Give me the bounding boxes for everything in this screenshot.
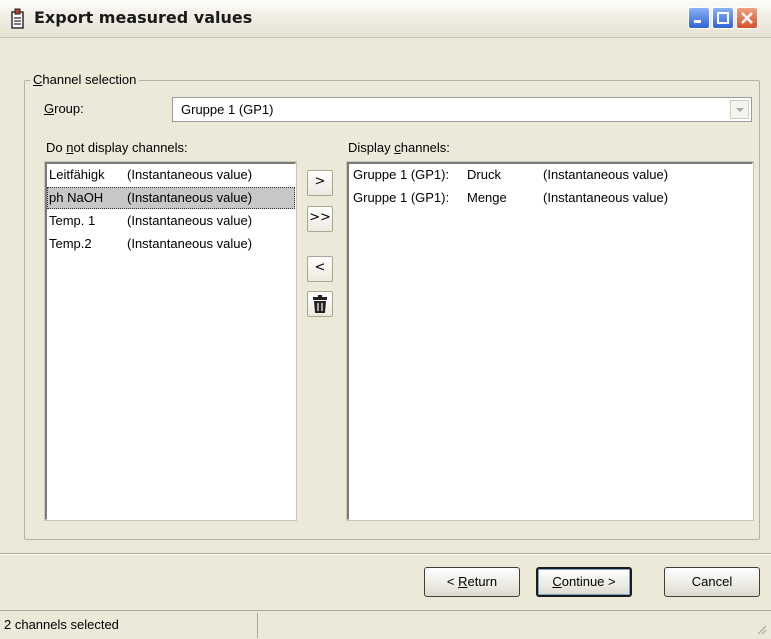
- return-button[interactable]: < Return: [424, 567, 520, 597]
- maximize-button[interactable]: [712, 7, 734, 29]
- delete-channel-button[interactable]: [307, 291, 333, 317]
- channel-group: Gruppe 1 (GP1):: [353, 190, 450, 205]
- window-title: Export measured values: [34, 8, 253, 27]
- not-displayed-list[interactable]: Leitfähigk (Instantaneous value) ph NaOH…: [45, 162, 296, 520]
- divider-highlight: [0, 554, 771, 555]
- group-select[interactable]: Gruppe 1 (GP1): [172, 97, 752, 122]
- channel-type: (Instantaneous value): [127, 213, 253, 228]
- group-label: Group:: [44, 101, 84, 116]
- list-item[interactable]: Temp. 1 (Instantaneous value): [47, 210, 295, 232]
- list-item[interactable]: Temp.2 (Instantaneous value): [47, 233, 295, 255]
- channel-name: Temp.2: [49, 236, 92, 251]
- resize-grip-icon[interactable]: [755, 623, 767, 635]
- displayed-list[interactable]: Gruppe 1 (GP1): Druck (Instantaneous val…: [347, 162, 753, 520]
- channel-type: (Instantaneous value): [127, 236, 253, 251]
- channel-name: Leitfähigk: [49, 167, 105, 182]
- channel-name: Menge: [467, 190, 507, 205]
- channel-type: (Instantaneous value): [543, 190, 669, 205]
- channel-name: Temp. 1: [49, 213, 96, 228]
- status-text: 2 channels selected: [0, 613, 258, 638]
- close-icon: [741, 12, 753, 24]
- channel-name: ph NaOH: [49, 190, 104, 205]
- list-item[interactable]: ph NaOH (Instantaneous value): [47, 187, 295, 209]
- channel-type: (Instantaneous value): [127, 190, 253, 205]
- close-button[interactable]: [736, 7, 758, 29]
- add-channel-button[interactable]: >: [307, 170, 333, 196]
- title-bar[interactable]: Export measured values: [0, 0, 771, 38]
- list-item[interactable]: Gruppe 1 (GP1): Menge (Instantaneous val…: [349, 187, 752, 209]
- channel-group: Gruppe 1 (GP1):: [353, 167, 450, 182]
- app-icon: [10, 8, 26, 30]
- not-displayed-label: Do not display channels:: [46, 140, 188, 155]
- minimize-icon: [694, 20, 701, 23]
- channel-type: (Instantaneous value): [127, 167, 253, 182]
- remove-channel-button[interactable]: <: [307, 256, 333, 282]
- status-bar: 2 channels selected: [0, 610, 771, 639]
- list-item[interactable]: Gruppe 1 (GP1): Druck (Instantaneous val…: [349, 164, 752, 186]
- channel-selection-legend: Channel selection: [30, 72, 140, 87]
- chevron-down-icon[interactable]: [730, 100, 749, 119]
- add-all-channels-button[interactable]: >>: [307, 206, 333, 232]
- list-item[interactable]: Leitfähigk (Instantaneous value): [47, 164, 295, 186]
- displayed-label: Display channels:: [348, 140, 450, 155]
- maximize-icon: [717, 12, 729, 24]
- channel-type: (Instantaneous value): [543, 167, 669, 182]
- group-select-value: Gruppe 1 (GP1): [181, 102, 274, 117]
- continue-button[interactable]: Continue >: [536, 567, 632, 597]
- cancel-button[interactable]: Cancel: [664, 567, 760, 597]
- trash-icon: [313, 295, 327, 313]
- minimize-button[interactable]: [688, 7, 710, 29]
- channel-name: Druck: [467, 167, 501, 182]
